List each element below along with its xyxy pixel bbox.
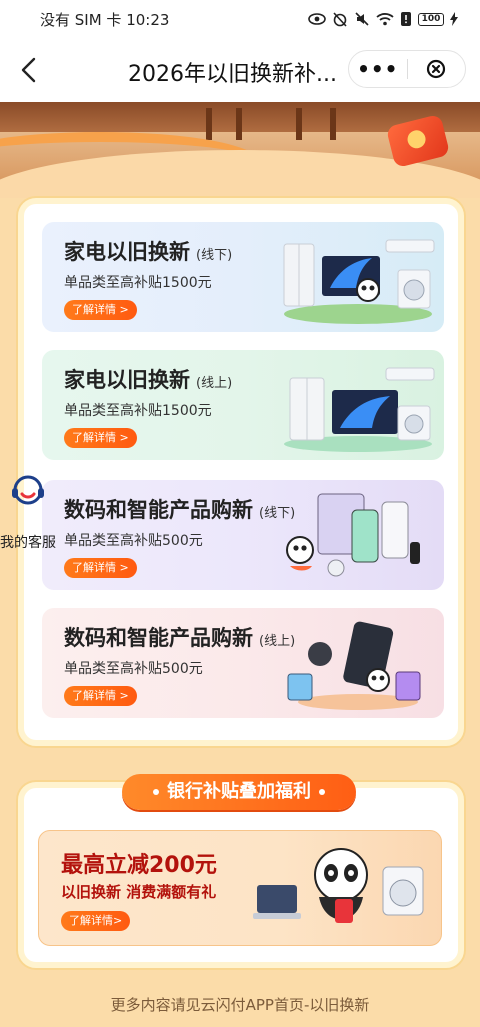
status-left-text: 没有 SIM 卡 10:23	[40, 10, 170, 29]
mute-icon	[355, 12, 369, 26]
chair-leg	[236, 108, 242, 140]
subsidy-panel: 家电以旧换新 (线下) 单品类至高补贴1500元 了解详情 > 家电以旧换新 (线上…	[18, 198, 464, 746]
card-appliance-offline[interactable]: 家电以旧换新 (线下) 单品类至高补贴1500元 了解详情 >	[42, 222, 444, 332]
title-dot	[319, 789, 325, 795]
digital-devices-illustration	[287, 621, 421, 710]
eye-icon	[308, 13, 326, 25]
card-subtitle: 单品类至高补贴500元	[64, 533, 203, 549]
page-title: 2026年以旧换新补...	[128, 62, 337, 87]
bank-section-title: 银行补贴叠加福利	[122, 774, 356, 810]
back-arrow-icon[interactable]	[16, 56, 42, 84]
close-circle-icon	[427, 59, 446, 79]
headset-icon	[12, 475, 44, 505]
battery-indicator: 100	[418, 12, 444, 26]
card-title: 数码和智能产品购新 (线上)	[64, 626, 296, 650]
hero-banner	[0, 102, 480, 198]
digital-devices-illustration	[286, 493, 420, 577]
wifi-icon	[376, 13, 394, 26]
status-bar: 没有 SIM 卡 10:23 100	[0, 0, 480, 38]
chair-leg	[296, 108, 302, 140]
card-subtitle: 单品类至高补贴500元	[64, 661, 203, 677]
details-button[interactable]: 了解详情 >	[64, 428, 137, 448]
mini-program-capsule: •••	[348, 50, 466, 88]
charging-icon	[450, 12, 458, 26]
panda-appliances-illustration	[253, 848, 424, 923]
card-subtitle: 单品类至高补贴1500元	[64, 403, 212, 419]
card-digital-offline[interactable]: 数码和智能产品购新 (线下) 单品类至高补贴500元 了解详情 >	[42, 480, 444, 590]
details-button[interactable]: 了解详情>	[61, 911, 131, 931]
bank-subline: 以旧换新 消费满额有礼	[61, 883, 217, 901]
details-button[interactable]: 了解详情 >	[64, 686, 137, 706]
bank-headline: 最高立减200元	[61, 853, 217, 878]
customer-service-label: 我的客服	[0, 535, 56, 551]
footer-note: 更多内容请见云闪付APP首页-以旧换新	[110, 996, 370, 1014]
card-appliance-online[interactable]: 家电以旧换新 (线上) 单品类至高补贴1500元 了解详情 >	[42, 350, 444, 460]
chair-leg	[330, 108, 336, 140]
nav-bar: 2026年以旧换新补... •••	[0, 38, 480, 102]
card-title: 家电以旧换新 (线上)	[64, 368, 233, 392]
appliances-illustration	[283, 239, 435, 324]
card-subtitle: 单品类至高补贴1500元	[64, 275, 212, 291]
chair-leg	[206, 108, 212, 140]
details-button[interactable]: 了解详情 >	[64, 300, 137, 320]
customer-service-float[interactable]: 我的客服	[0, 472, 72, 552]
card-digital-online[interactable]: 数码和智能产品购新 (线上) 单品类至高补贴500元 了解详情 >	[42, 608, 444, 718]
sim-alert-icon	[401, 12, 411, 26]
details-button[interactable]: 了解详情 >	[64, 558, 137, 578]
status-icons: 100	[308, 11, 458, 27]
close-button[interactable]	[407, 59, 465, 79]
appliances-illustration	[284, 367, 435, 452]
bank-benefit-card[interactable]: 最高立减200元 以旧换新 消费满额有礼 了解详情>	[38, 830, 442, 946]
alarm-off-icon	[333, 12, 347, 27]
card-title: 数码和智能产品购新 (线下)	[64, 498, 296, 522]
title-dot	[153, 789, 159, 795]
card-title: 家电以旧换新 (线下)	[64, 240, 233, 264]
more-button[interactable]: •••	[349, 59, 407, 79]
